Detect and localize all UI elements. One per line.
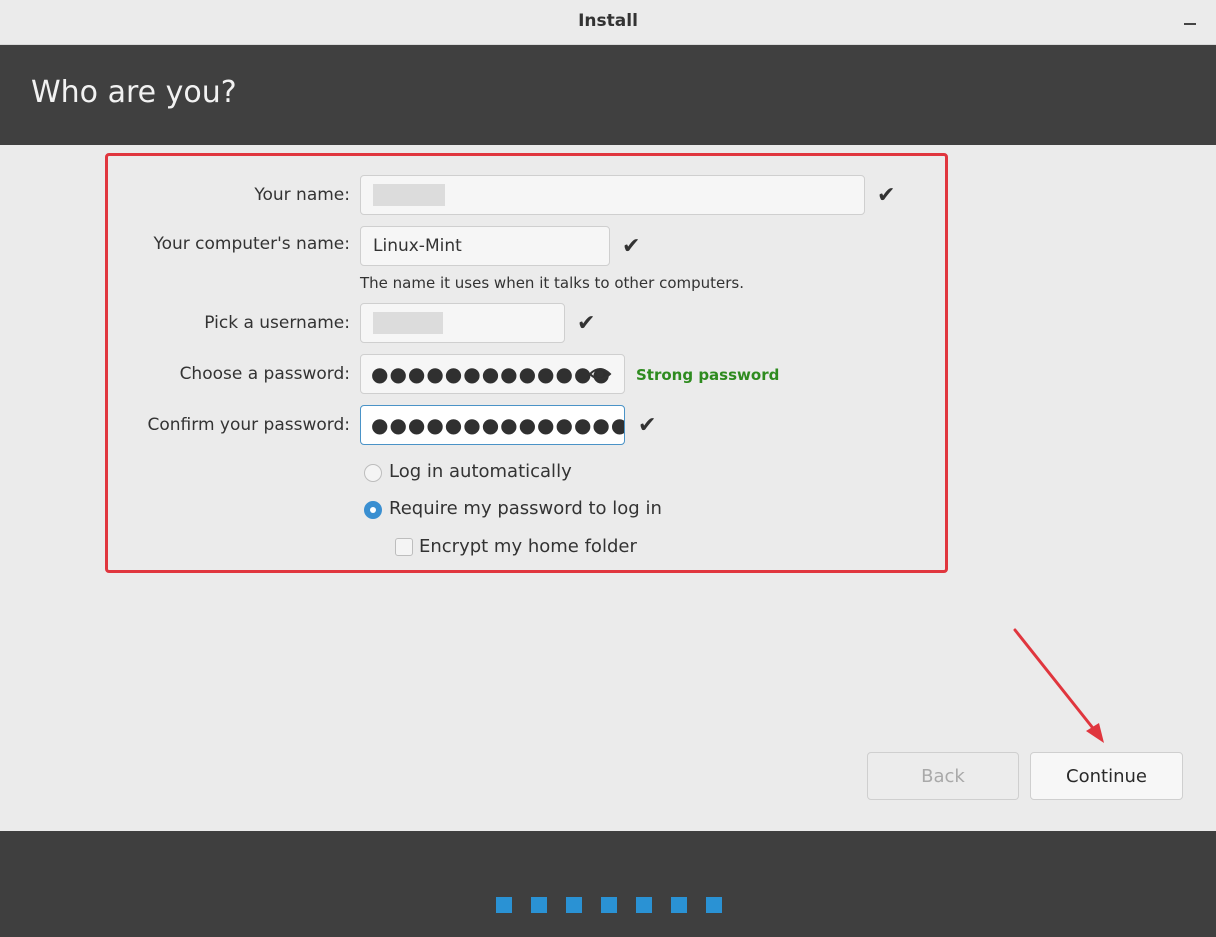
back-button[interactable]: Back — [867, 752, 1019, 800]
redacted-value — [373, 312, 443, 334]
check-icon: ✔ — [638, 413, 657, 438]
progress-step — [671, 897, 687, 913]
redacted-value — [373, 184, 445, 206]
confirm-password-input[interactable]: ●●●●●●●●●●●●●● — [360, 405, 625, 445]
progress-step — [496, 897, 512, 913]
page-title: Who are you? — [31, 75, 237, 110]
eye-icon[interactable] — [588, 364, 612, 384]
check-icon: ✔ — [577, 311, 596, 336]
computer-name-label: Your computer's name: — [153, 234, 350, 254]
password-input[interactable]: ●●●●●●●●●●●●● — [360, 354, 625, 394]
require-password-radio[interactable] — [364, 501, 382, 519]
login-auto-label[interactable]: Log in automatically — [389, 461, 572, 482]
confirm-password-label: Confirm your password: — [147, 415, 350, 435]
progress-step — [531, 897, 547, 913]
computer-name-hint: The name it uses when it talks to other … — [360, 274, 745, 292]
password-label: Choose a password: — [179, 364, 350, 384]
window-titlebar: Install — [0, 0, 1216, 45]
progress-step — [636, 897, 652, 913]
progress-step — [706, 897, 722, 913]
progress-step — [566, 897, 582, 913]
progress-step — [601, 897, 617, 913]
page-header: Who are you? — [0, 45, 1216, 145]
arrow-annotation — [1013, 628, 1104, 743]
encrypt-home-checkbox[interactable] — [395, 538, 413, 556]
minimize-icon[interactable] — [1184, 23, 1196, 25]
computer-name-input[interactable]: Linux-Mint — [360, 226, 610, 266]
check-icon: ✔ — [622, 234, 641, 259]
username-label: Pick a username: — [204, 313, 350, 333]
require-password-label[interactable]: Require my password to log in — [389, 498, 662, 519]
footer-bar — [0, 831, 1216, 937]
password-strength-label: Strong password — [636, 366, 780, 384]
username-input[interactable] — [360, 303, 565, 343]
your-name-label: Your name: — [254, 185, 350, 205]
window-title: Install — [578, 11, 638, 31]
continue-button[interactable]: Continue — [1030, 752, 1183, 800]
encrypt-home-label[interactable]: Encrypt my home folder — [419, 536, 637, 557]
check-icon: ✔ — [877, 183, 896, 208]
login-auto-radio[interactable] — [364, 464, 382, 482]
your-name-input[interactable] — [360, 175, 865, 215]
confirm-password-dots: ●●●●●●●●●●●●●● — [371, 413, 625, 437]
password-dots: ●●●●●●●●●●●●● — [371, 362, 611, 386]
